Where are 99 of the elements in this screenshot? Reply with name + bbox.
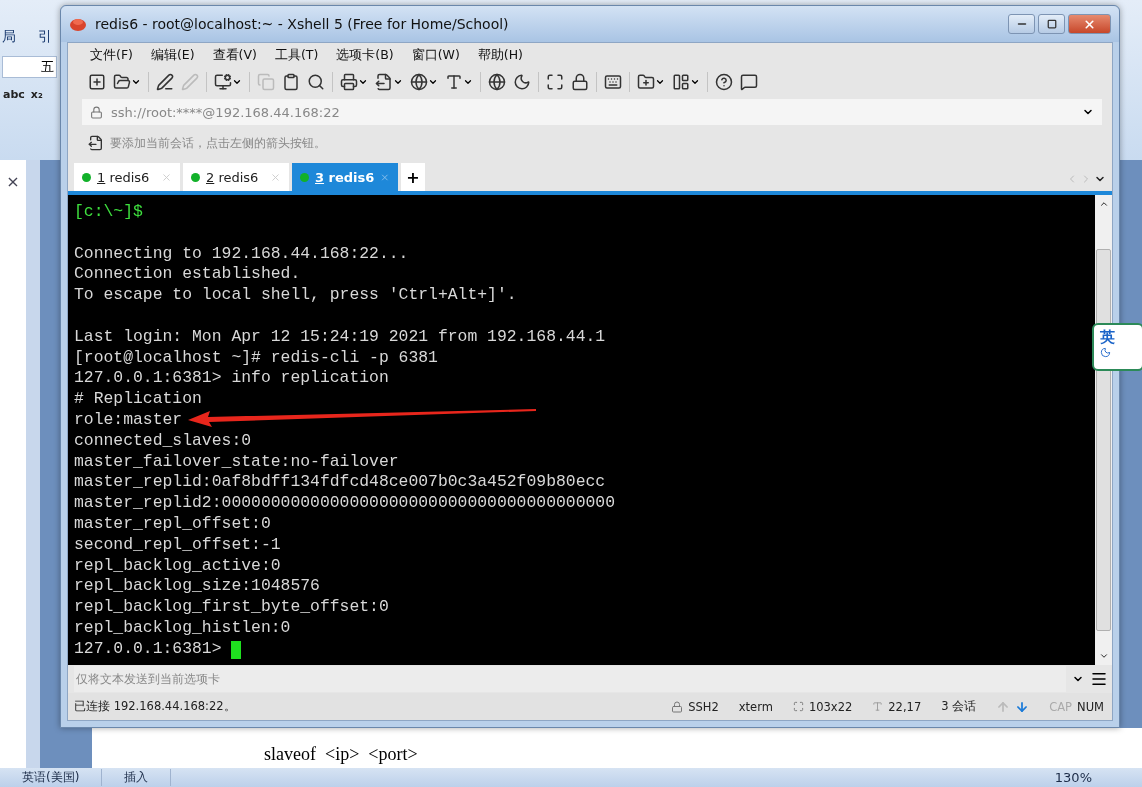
terminal-line: master_repl_offset:0 bbox=[74, 513, 271, 535]
close-button[interactable] bbox=[1068, 14, 1111, 34]
pen-icon[interactable] bbox=[156, 73, 174, 91]
terminal-line: master_failover_state:no-failover bbox=[74, 451, 399, 473]
maximize-button[interactable] bbox=[1038, 14, 1065, 34]
status-dot bbox=[191, 172, 200, 182]
clipboard-icon[interactable] bbox=[282, 73, 300, 91]
lock-icon bbox=[90, 105, 103, 119]
folder-plus-icon[interactable] bbox=[637, 73, 655, 91]
ribbon-tab[interactable]: 局 bbox=[2, 28, 16, 46]
terminal-line: repl_backlog_active:0 bbox=[74, 555, 281, 577]
dropdown-caret-icon[interactable] bbox=[463, 77, 473, 87]
size-icon bbox=[792, 701, 804, 712]
minimize-button[interactable] bbox=[1008, 14, 1035, 34]
ime-label: 英 bbox=[1100, 328, 1116, 347]
maximize-icon bbox=[1046, 19, 1057, 29]
monitor-gear-icon[interactable] bbox=[214, 73, 232, 91]
session-tab[interactable]: 3 redis6 bbox=[292, 163, 398, 191]
layout-icon[interactable] bbox=[672, 73, 690, 91]
cursor-position: 22,17 bbox=[888, 699, 922, 714]
search-icon[interactable] bbox=[307, 73, 325, 91]
compose-input-field[interactable]: 仅将文本发送到当前选项卡 bbox=[74, 666, 1066, 692]
dropdown-caret-icon[interactable] bbox=[655, 77, 665, 87]
close-icon bbox=[1083, 17, 1096, 31]
terminal-line: connected_slaves:0 bbox=[74, 430, 252, 452]
dropdown-caret-icon[interactable] bbox=[358, 77, 368, 87]
cursor-position-icon bbox=[872, 701, 884, 712]
status-item: 英语(美国) bbox=[0, 769, 103, 786]
font-size-field[interactable]: 五 bbox=[2, 56, 57, 78]
lock-icon[interactable] bbox=[571, 73, 589, 91]
scroll-down-icon[interactable] bbox=[1098, 651, 1109, 661]
plus-square-icon[interactable] bbox=[88, 73, 106, 91]
globe-icon[interactable] bbox=[488, 73, 506, 91]
terminal-line: repl_backlog_first_byte_offset:0 bbox=[74, 597, 389, 618]
scroll-up-icon[interactable] bbox=[1098, 199, 1109, 209]
dropdown-caret-icon[interactable] bbox=[428, 77, 438, 87]
terminal-type: xterm bbox=[738, 699, 773, 714]
session-tab[interactable]: 1 redis6 bbox=[74, 163, 180, 191]
globe-icon[interactable] bbox=[410, 73, 428, 91]
protocol-label: SSH2 bbox=[688, 699, 719, 714]
menu-item[interactable]: 文件(F) bbox=[88, 46, 135, 64]
terminal-line: 127.0.0.1:6381> info replication bbox=[74, 368, 389, 390]
ime-widget[interactable]: 英 bbox=[1092, 323, 1142, 371]
keyboard-icon[interactable] bbox=[604, 73, 622, 91]
terminal-line: role:master bbox=[74, 409, 183, 431]
key-indicator: CAP bbox=[1049, 699, 1073, 714]
lock-icon bbox=[671, 700, 684, 713]
fullscreen-icon[interactable] bbox=[546, 73, 564, 91]
dropdown-caret-icon[interactable] bbox=[232, 77, 242, 87]
printer-icon[interactable] bbox=[340, 73, 358, 91]
chat-bubble-icon[interactable] bbox=[740, 73, 758, 91]
key-indicator: NUM bbox=[1077, 699, 1104, 714]
terminal-line: Last login: Mon Apr 12 15:24:19 2021 from 192.168.44.1 bbox=[74, 326, 606, 348]
font-icon[interactable] bbox=[445, 73, 463, 91]
session-arrow-icon[interactable] bbox=[88, 135, 104, 151]
terminal-line: repl_backlog_histlen:0 bbox=[74, 617, 291, 639]
folder-icon[interactable] bbox=[113, 73, 131, 91]
dropdown-caret-icon[interactable] bbox=[131, 77, 141, 87]
terminal-line: Connecting to 192.168.44.168:22... bbox=[74, 243, 409, 265]
status-dot bbox=[82, 172, 91, 182]
hint-text: 要添加当前会话，点击左侧的箭头按钮。 bbox=[110, 134, 326, 152]
terminal-line: Connection established. bbox=[74, 264, 301, 286]
file-export-icon[interactable] bbox=[375, 73, 393, 91]
menu-item[interactable]: 工具(T) bbox=[272, 46, 321, 64]
status-item: 插入 bbox=[102, 769, 172, 786]
session-count: 3 会话 bbox=[941, 699, 977, 714]
terminal-line: [c:\~]$ bbox=[74, 202, 143, 223]
menu-item[interactable]: 窗口(W) bbox=[409, 46, 462, 64]
add-tab-button[interactable]: + bbox=[401, 163, 425, 191]
menu-item[interactable]: 编辑(E) bbox=[148, 46, 197, 64]
dropdown-caret-icon[interactable] bbox=[393, 77, 403, 87]
terminal-line: # Replication bbox=[74, 389, 202, 410]
crescent-icon[interactable] bbox=[513, 73, 531, 91]
close-button[interactable]: × bbox=[6, 172, 20, 191]
dropdown-caret-icon[interactable] bbox=[690, 77, 700, 87]
status-dot bbox=[300, 172, 309, 182]
menu-icon[interactable] bbox=[1090, 670, 1108, 688]
crescent-icon bbox=[1100, 347, 1111, 358]
menu-item[interactable]: 帮助(H) bbox=[475, 46, 525, 64]
help-icon[interactable] bbox=[715, 73, 733, 91]
window-title: redis6 - root@localhost:~ - Xshell 5 (Free for Home/School) bbox=[95, 16, 509, 32]
terminal-line: 127.0.0.1:6381> bbox=[74, 638, 223, 660]
format-button[interactable]: x₂ bbox=[29, 88, 44, 101]
terminal-line: master_replid:0af8bdff134fdfcd48ce007b0c3a452f09b80ecc bbox=[74, 472, 606, 494]
terminal-line: [root@localhost ~]# redis-cli -p 6381 bbox=[74, 347, 438, 369]
format-button[interactable]: abc bbox=[2, 88, 26, 101]
menu-item[interactable]: 查看(V) bbox=[210, 46, 259, 64]
terminal-line: second_repl_offset:-1 bbox=[74, 534, 281, 556]
zoom-level: 130% bbox=[1054, 770, 1092, 785]
terminal-line: To escape to local shell, press 'Ctrl+Alt+]'. bbox=[74, 285, 517, 306]
document-text: slaveof <ip> <port> bbox=[264, 744, 418, 765]
terminal-size: 103x22 bbox=[808, 699, 853, 714]
connection-status: 已连接 192.168.44.168:22。 bbox=[74, 699, 236, 714]
terminal-line: repl_backlog_size:1048576 bbox=[74, 576, 320, 598]
ribbon-tab[interactable]: 引 bbox=[38, 28, 52, 46]
menu-item[interactable]: 选项卡(B) bbox=[334, 46, 396, 64]
session-tab[interactable]: 2 redis6 bbox=[183, 163, 289, 191]
terminal-line: master_replid2:0000000000000000000000000000000000000000 bbox=[74, 493, 615, 514]
app-logo-icon bbox=[69, 16, 87, 32]
